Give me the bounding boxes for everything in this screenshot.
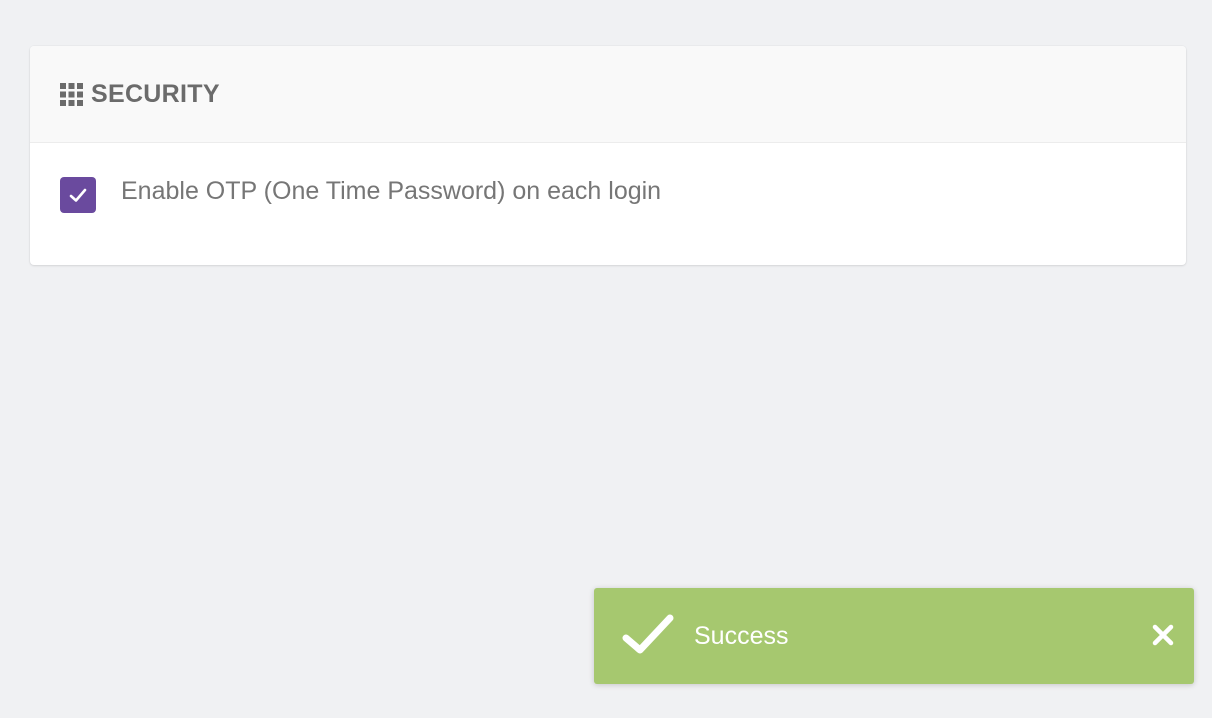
security-title: SECURITY: [91, 79, 220, 108]
otp-checkbox-label[interactable]: Enable OTP (One Time Password) on each l…: [121, 176, 661, 206]
toast-message: Success: [694, 622, 789, 650]
grid-icon: [60, 82, 83, 106]
security-card-body: Enable OTP (One Time Password) on each l…: [30, 143, 1186, 264]
otp-checkbox[interactable]: [60, 177, 96, 213]
checkmark-icon: [622, 612, 674, 656]
security-card-header: SECURITY: [30, 46, 1186, 143]
checkbox-checkmark-icon: [69, 188, 87, 202]
close-icon[interactable]: [1152, 624, 1174, 646]
security-card: SECURITY Enable OTP (One Time Password) …: [30, 46, 1186, 265]
success-toast: Success: [594, 588, 1194, 684]
